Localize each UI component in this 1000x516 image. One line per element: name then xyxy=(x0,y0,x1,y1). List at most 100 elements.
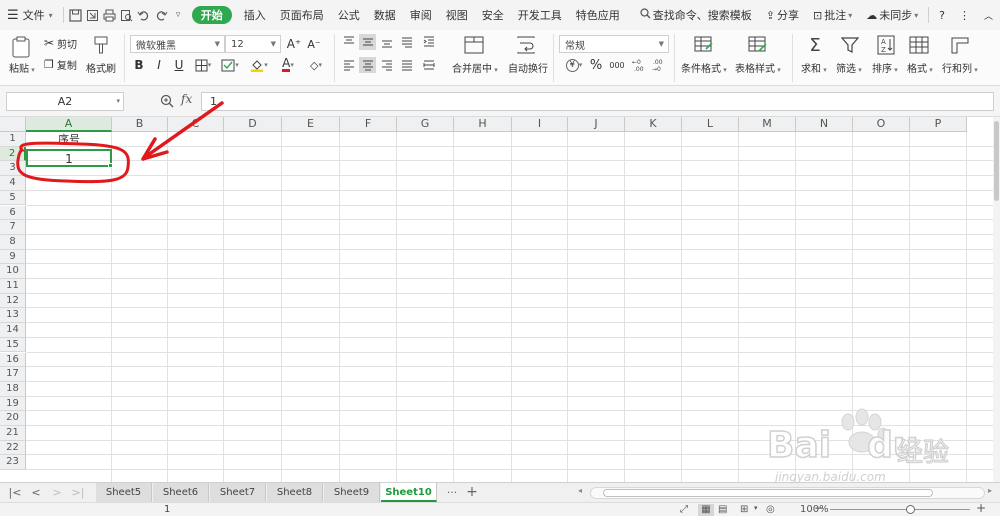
sheet-tab-sheet8[interactable]: Sheet8 xyxy=(267,483,323,502)
vertical-scrollbar-thumb[interactable] xyxy=(994,121,999,201)
name-box[interactable]: A2 ▾ xyxy=(6,92,124,111)
file-menu[interactable]: ☰ 文件 ▾ xyxy=(0,0,60,30)
sum-label[interactable]: 求和 ▾ xyxy=(801,60,827,75)
percent-format-button[interactable]: % xyxy=(588,56,604,74)
format-label[interactable]: 格式 ▾ xyxy=(907,60,933,75)
format-painter-label[interactable]: 格式刷 xyxy=(86,60,116,75)
decrease-decimal-button[interactable]: .00 →0 xyxy=(650,56,668,74)
row-header-11[interactable]: 11 xyxy=(0,279,26,294)
row-header-7[interactable]: 7 xyxy=(0,220,26,235)
row-header-5[interactable]: 5 xyxy=(0,190,26,206)
add-sheet-button[interactable]: + xyxy=(463,484,481,501)
column-header-k[interactable]: K xyxy=(625,117,682,132)
column-header-e[interactable]: E xyxy=(282,117,340,132)
justify-button[interactable] xyxy=(398,57,415,73)
tab-data[interactable]: 数据 xyxy=(367,0,403,30)
font-size-select[interactable]: 12 ▼ xyxy=(225,35,281,53)
page-break-view-icon[interactable]: ⊞ xyxy=(740,504,748,515)
sheet-tab-sheet6[interactable]: Sheet6 xyxy=(153,483,209,502)
align-bottom-button[interactable] xyxy=(378,34,395,50)
sheet-tab-sheet5[interactable]: Sheet5 xyxy=(96,483,152,502)
distribute-button[interactable] xyxy=(420,57,437,73)
row-header-16[interactable]: 16 xyxy=(0,352,26,368)
column-header-c[interactable]: C xyxy=(168,117,224,132)
formula-input[interactable]: 1 xyxy=(201,92,994,111)
sort-button[interactable]: AZ xyxy=(874,34,898,56)
row-header-17[interactable]: 17 xyxy=(0,367,26,382)
last-sheet-button[interactable]: >| xyxy=(69,484,87,501)
zoom-slider-track[interactable] xyxy=(830,509,970,510)
filter-button[interactable] xyxy=(838,34,862,56)
prev-sheet-button[interactable]: < xyxy=(27,484,45,501)
row-col-label[interactable]: 行和列 ▾ xyxy=(942,60,978,75)
eye-protection-icon[interactable]: ⤢ xyxy=(680,504,688,515)
sync-status-button[interactable]: ☁ 未同步 ▾ xyxy=(859,0,925,30)
normal-view-icon[interactable]: ▦ xyxy=(698,504,714,516)
row-header-18[interactable]: 18 xyxy=(0,381,26,397)
zoom-slider-thumb[interactable] xyxy=(906,505,915,514)
next-sheet-button[interactable]: > xyxy=(48,484,66,501)
tab-home[interactable]: 开始 xyxy=(191,6,232,24)
more-menu-button[interactable]: ⋮ xyxy=(952,0,977,30)
more-sheets-button[interactable]: ··· xyxy=(442,484,462,501)
bold-button[interactable]: B xyxy=(131,57,147,73)
sum-button[interactable]: Σ xyxy=(803,34,827,56)
merge-center-button[interactable] xyxy=(462,34,486,56)
print-preview-icon[interactable] xyxy=(118,0,135,30)
copy-button[interactable]: ❐ 复制 xyxy=(44,57,77,72)
sheet-tab-sheet7[interactable]: Sheet7 xyxy=(210,483,266,502)
reading-mode-icon[interactable]: ◎ xyxy=(766,504,775,515)
row-header-22[interactable]: 22 xyxy=(0,440,26,456)
align-right-button[interactable] xyxy=(378,57,395,73)
format-painter-button[interactable] xyxy=(90,34,112,56)
clear-button[interactable]: ◇ ▾ xyxy=(304,57,328,73)
zoom-out-button[interactable]: − xyxy=(814,501,824,515)
zoom-search-icon[interactable] xyxy=(160,94,174,111)
tab-page-layout[interactable]: 页面布局 xyxy=(273,0,331,30)
row-header-8[interactable]: 8 xyxy=(0,234,26,250)
command-search[interactable]: 查找命令、搜索模板 xyxy=(633,0,759,30)
row-col-button[interactable] xyxy=(948,34,972,56)
conditional-format-label[interactable]: 条件格式 ▾ xyxy=(681,60,727,75)
cell-style-button[interactable]: ▾ xyxy=(219,57,241,73)
column-header-n[interactable]: N xyxy=(796,117,853,132)
filter-label[interactable]: 筛选 ▾ xyxy=(836,60,862,75)
number-format-select[interactable]: 常规 ▼ xyxy=(559,35,669,53)
thousands-separator-button[interactable]: 000 xyxy=(607,56,627,74)
cell-a1[interactable]: 序号 xyxy=(26,132,112,148)
increase-font-size-button[interactable]: A⁺ xyxy=(285,35,303,53)
row-header-6[interactable]: 6 xyxy=(0,205,26,221)
row-header-14[interactable]: 14 xyxy=(0,323,26,338)
column-header-p[interactable]: P xyxy=(910,117,967,132)
row-header-21[interactable]: 21 xyxy=(0,426,26,441)
column-header-b[interactable]: B xyxy=(112,117,168,132)
horizontal-scrollbar[interactable] xyxy=(590,487,985,499)
paste-label[interactable]: 粘贴 ▾ xyxy=(9,60,35,75)
horizontal-scrollbar-thumb[interactable] xyxy=(603,489,933,497)
scroll-right-arrow-icon[interactable]: ▸ xyxy=(988,486,992,495)
row-header-12[interactable]: 12 xyxy=(0,293,26,309)
merge-center-label[interactable]: 合并居中 ▾ xyxy=(452,60,498,75)
customize-quick-access-icon[interactable]: ▿ xyxy=(170,0,187,30)
row-header-2[interactable]: 2 xyxy=(0,146,26,162)
comment-button[interactable]: ⊡ 批注 ▾ xyxy=(806,0,859,30)
page-layout-view-icon[interactable]: ▤ xyxy=(718,504,727,515)
fill-handle[interactable] xyxy=(108,163,113,168)
spreadsheet-grid[interactable]: ABCDEFGHIJKLMNOP 1 2 3 4 5 6 7 8 9 10 11 12 13 14 15 16… xyxy=(0,117,993,482)
align-middle-button[interactable] xyxy=(359,34,376,50)
row-header-4[interactable]: 4 xyxy=(0,176,26,191)
column-header-j[interactable]: J xyxy=(568,117,625,132)
column-header-m[interactable]: M xyxy=(739,117,796,132)
decrease-font-size-button[interactable]: A⁻ xyxy=(305,35,323,53)
column-header-h[interactable]: H xyxy=(454,117,512,132)
sheet-tab-sheet10[interactable]: Sheet10 xyxy=(381,483,437,502)
column-header-l[interactable]: L xyxy=(682,117,739,132)
underline-button[interactable]: U xyxy=(171,57,187,73)
tab-review[interactable]: 审阅 xyxy=(403,0,439,30)
table-style-button[interactable] xyxy=(746,34,770,56)
indent-button[interactable] xyxy=(420,34,437,50)
vertical-scrollbar[interactable] xyxy=(993,117,1000,482)
sort-label[interactable]: 排序 ▾ xyxy=(872,60,898,75)
align-top-button[interactable] xyxy=(340,34,357,50)
row-header-15[interactable]: 15 xyxy=(0,337,26,353)
